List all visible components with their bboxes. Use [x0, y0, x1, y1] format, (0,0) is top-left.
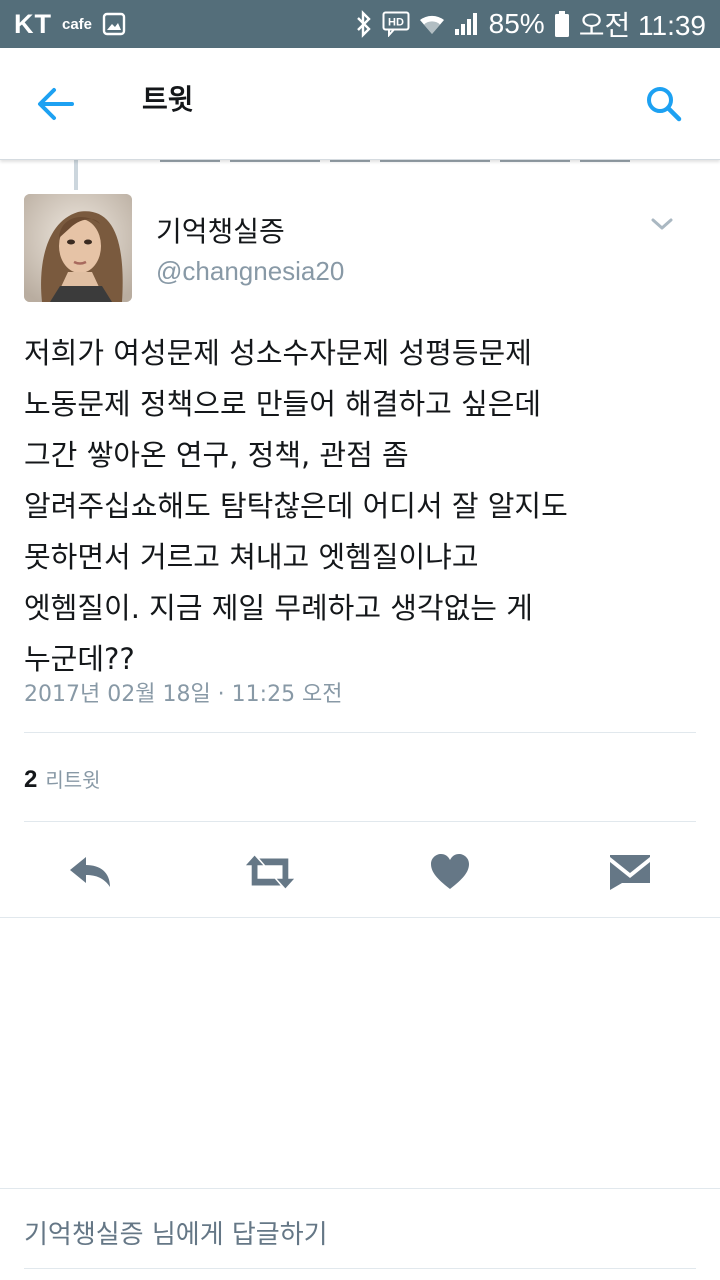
- tweet-actions: [0, 840, 720, 904]
- tweet-text-line: 그간 쌓아온 연구, 정책, 관점 좀: [24, 438, 409, 472]
- chevron-down-icon: [651, 218, 673, 230]
- battery-percent: 85%: [488, 8, 545, 39]
- search-icon: [647, 87, 682, 122]
- display-name[interactable]: 기억챙실증: [156, 210, 285, 250]
- signal-icon: [454, 12, 480, 36]
- direct-message-button[interactable]: [604, 848, 656, 896]
- tweet-text-line: 알려주십쇼해도 탐탁찮은데 어디서 잘 알지도: [24, 489, 568, 523]
- retweet-label: 리트윗: [45, 768, 101, 792]
- divider: [24, 821, 696, 822]
- divider: [24, 732, 696, 733]
- retweet-count: 2: [24, 766, 38, 793]
- tweet-text-line: 노동문제 정책으로 만들어 해결하고 싶은데: [24, 387, 542, 421]
- app-bar: 트윗: [0, 48, 720, 160]
- clock: 오전 11:39: [578, 10, 706, 41]
- reply-input-underline: [24, 1268, 696, 1269]
- tweet-options-button[interactable]: [644, 206, 680, 242]
- thread-connector: [74, 160, 78, 190]
- user-handle[interactable]: @changnesia20: [156, 256, 344, 287]
- heart-icon: [431, 854, 469, 889]
- search-button[interactable]: [636, 74, 692, 134]
- gallery-icon: [102, 12, 126, 36]
- arrow-back-icon: [38, 88, 74, 120]
- tweet-timestamp: 2017년 02월 18일 · 11:25 오전: [24, 682, 343, 707]
- divider: [0, 1188, 720, 1189]
- back-button[interactable]: [26, 76, 86, 132]
- retweet-stats[interactable]: 2 리트윗: [24, 764, 101, 794]
- avatar[interactable]: [24, 194, 132, 302]
- page-title: 트윗: [142, 83, 194, 116]
- cafe-label: cafe: [62, 15, 93, 33]
- divider: [0, 917, 720, 918]
- tweet-text-line: 엣헴질이. 지금 제일 무례하고 생각없는 게: [24, 591, 533, 625]
- bluetooth-icon: [355, 10, 373, 38]
- tweet-text: 저희가 여성문제 성소수자문제 성평등문제 노동문제 정책으로 만들어 해결하고…: [24, 328, 696, 685]
- retweet-icon: [245, 855, 295, 889]
- envelope-icon: [610, 855, 650, 890]
- reply-icon: [70, 857, 110, 887]
- status-bar: KT cafe HD 85% 오전 11:39: [0, 0, 720, 48]
- carrier-label: KT: [14, 8, 52, 39]
- tweet-text-line: 못하면서 거르고 쳐내고 엣헴질이냐고: [24, 540, 479, 574]
- battery-icon: [554, 10, 570, 38]
- wifi-icon: [419, 12, 445, 36]
- reply-button[interactable]: [64, 848, 116, 896]
- hd-voice-icon: HD: [382, 11, 410, 37]
- reply-input[interactable]: 기억챙실증 님에게 답글하기: [24, 1214, 328, 1251]
- like-button[interactable]: [424, 848, 476, 896]
- tweet-text-line: 저희가 여성문제 성소수자문제 성평등문제: [24, 336, 532, 370]
- retweet-button[interactable]: [244, 848, 296, 896]
- hd-label: HD: [388, 17, 404, 29]
